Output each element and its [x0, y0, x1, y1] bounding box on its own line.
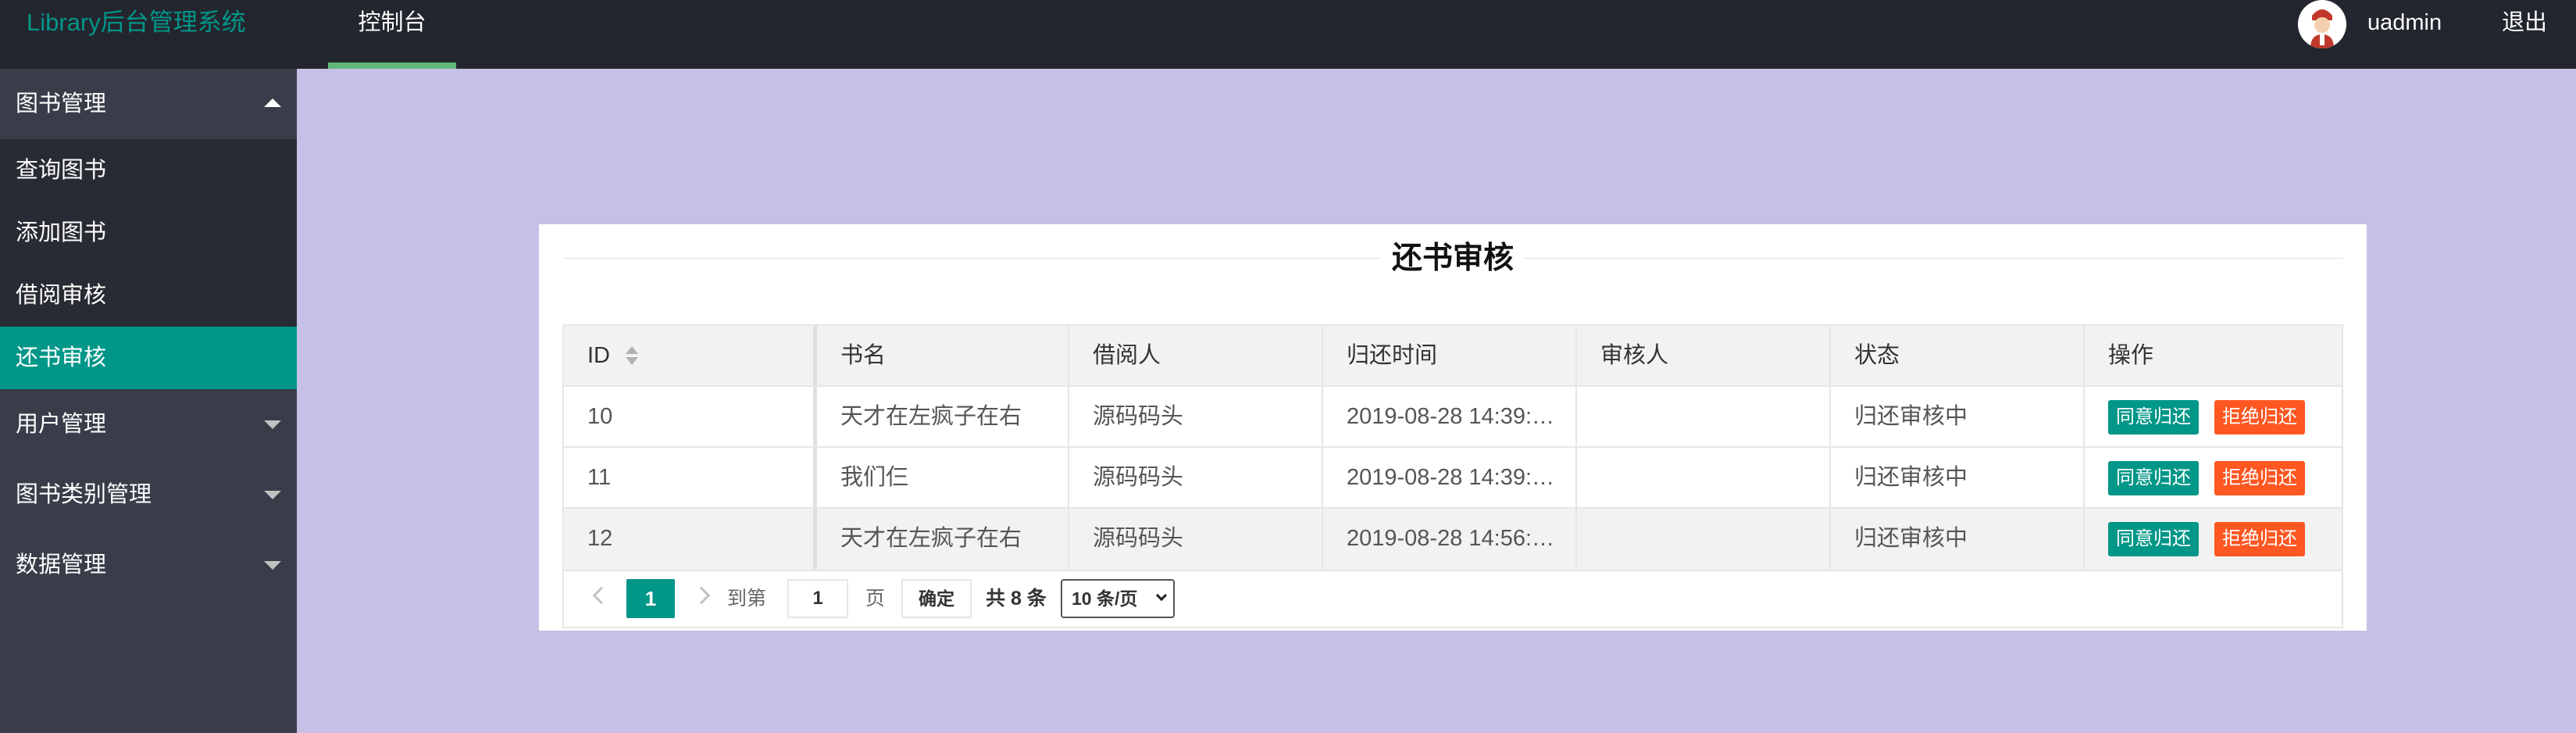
caret-down-icon [264, 420, 281, 429]
approve-return-button[interactable]: 同意归还 [2108, 522, 2199, 557]
cell-borrower: 源码码头 [1069, 387, 1323, 446]
nav-active-indicator [328, 63, 456, 69]
sidebar-item-borrow-review[interactable]: 借阅审核 [0, 264, 297, 327]
sidebar-item-search-books[interactable]: 查询图书 [0, 139, 297, 202]
sidebar-group-data-management[interactable]: 数据管理 [0, 530, 297, 600]
cell-actions: 同意归还 拒绝归还 [2085, 448, 2339, 507]
col-header-reviewer: 审核人 [1577, 326, 1831, 385]
cell-id: 10 [564, 387, 817, 446]
goto-prefix: 到第 [727, 588, 767, 610]
avatar-icon [2298, 0, 2346, 48]
goto-page-input[interactable]: 1 [787, 579, 848, 618]
page-size-select[interactable]: 10 条/页 [1061, 579, 1175, 618]
page-title: 还书审核 [1380, 241, 1525, 275]
page-title-wrap: 还书审核 [539, 240, 2367, 277]
col-header-id[interactable]: ID [564, 326, 817, 385]
sidebar-group-book-management[interactable]: 图书管理 [0, 69, 297, 139]
cell-status: 归还审核中 [1831, 448, 2085, 507]
user-avatar[interactable] [2298, 0, 2346, 48]
cell-book: 天才在左疯子在右 [817, 509, 1069, 570]
page-size-value: 10 条/页 [1072, 588, 1138, 609]
cell-reviewer [1577, 448, 1831, 507]
reject-return-button[interactable]: 拒绝归还 [2214, 461, 2305, 496]
cell-return-time: 2019-08-28 14:39:… [1323, 448, 1577, 507]
chevron-down-icon [1155, 589, 1168, 602]
sidebar-group-user-management[interactable]: 用户管理 [0, 389, 297, 459]
top-header: Library后台管理系统 控制台 uadmin 退出 [0, 0, 2576, 69]
table-header-row: ID 书名 借阅人 归还时间 审核人 状态 操作 [564, 326, 2342, 387]
cell-reviewer [1577, 509, 1831, 570]
col-header-book: 书名 [817, 326, 1069, 385]
chevron-right-icon[interactable] [692, 586, 711, 605]
cell-book: 我们仨 [817, 448, 1069, 507]
sidebar-group-category-management[interactable]: 图书类别管理 [0, 459, 297, 530]
page-number-current[interactable]: 1 [626, 579, 675, 618]
caret-down-icon [264, 561, 281, 570]
username[interactable]: uadmin [2367, 8, 2442, 38]
col-header-return-time: 归还时间 [1323, 326, 1577, 385]
sidebar: 图书管理 查询图书 添加图书 借阅审核 还书审核 用户管理 图书类别管理 数据管… [0, 69, 297, 733]
cell-reviewer [1577, 387, 1831, 446]
nav-console[interactable]: 控制台 [328, 0, 456, 69]
total-count: 共 8 条 [986, 588, 1047, 610]
cell-status: 归还审核中 [1831, 387, 2085, 446]
sidebar-group-label: 图书类别管理 [16, 482, 152, 507]
col-header-label: ID [587, 343, 610, 368]
reject-return-button[interactable]: 拒绝归还 [2214, 400, 2305, 435]
sidebar-group-label: 图书管理 [16, 91, 107, 116]
col-header-actions: 操作 [2108, 343, 2154, 368]
cell-actions: 同意归还 拒绝归还 [2085, 387, 2339, 446]
cell-book: 天才在左疯子在右 [817, 387, 1069, 446]
caret-down-icon [264, 491, 281, 499]
goto-suffix: 页 [865, 588, 886, 610]
chevron-left-icon[interactable] [592, 586, 611, 605]
sidebar-item-add-book[interactable]: 添加图书 [0, 202, 297, 264]
cell-id: 12 [564, 509, 817, 570]
cell-return-time: 2019-08-28 14:56:… [1323, 509, 1577, 570]
sidebar-group-label: 数据管理 [16, 552, 107, 577]
pagination: 1 到第 1 页 确定 共 8 条 10 条/页 [562, 567, 2343, 628]
sort-icon[interactable] [624, 345, 640, 368]
goto-confirm-button[interactable]: 确定 [901, 579, 972, 618]
logout-link[interactable]: 退出 [2502, 8, 2547, 38]
cell-borrower: 源码码头 [1069, 509, 1323, 570]
cell-return-time: 2019-08-28 14:39:… [1323, 387, 1577, 446]
col-header-borrower: 借阅人 [1069, 326, 1323, 385]
app-logo[interactable]: Library后台管理系统 [27, 8, 246, 38]
reject-return-button[interactable]: 拒绝归还 [2214, 522, 2305, 557]
nav-console-label: 控制台 [358, 10, 426, 35]
cell-status: 归还审核中 [1831, 509, 2085, 570]
approve-return-button[interactable]: 同意归还 [2108, 400, 2199, 435]
return-review-card: 还书审核 ID 书名 借阅人 归还时间 审核人 状态 操作 10 天才在左疯子在… [539, 224, 2367, 631]
cell-borrower: 源码码头 [1069, 448, 1323, 507]
table-row: 11 我们仨 源码码头 2019-08-28 14:39:… 归还审核中 同意归… [564, 448, 2342, 509]
caret-up-icon [264, 98, 281, 107]
table-row: 10 天才在左疯子在右 源码码头 2019-08-28 14:39:… 归还审核… [564, 387, 2342, 448]
col-header-status: 状态 [1831, 326, 2085, 385]
cell-actions: 同意归还 拒绝归还 [2085, 509, 2339, 570]
return-review-table: ID 书名 借阅人 归还时间 审核人 状态 操作 10 天才在左疯子在右 源码码… [562, 324, 2343, 571]
sidebar-group-label: 用户管理 [16, 412, 107, 437]
cell-id: 11 [564, 448, 817, 507]
sidebar-item-return-review[interactable]: 还书审核 [0, 327, 297, 389]
table-row: 12 天才在左疯子在右 源码码头 2019-08-28 14:56:… 归还审核… [564, 509, 2342, 570]
approve-return-button[interactable]: 同意归还 [2108, 461, 2199, 496]
